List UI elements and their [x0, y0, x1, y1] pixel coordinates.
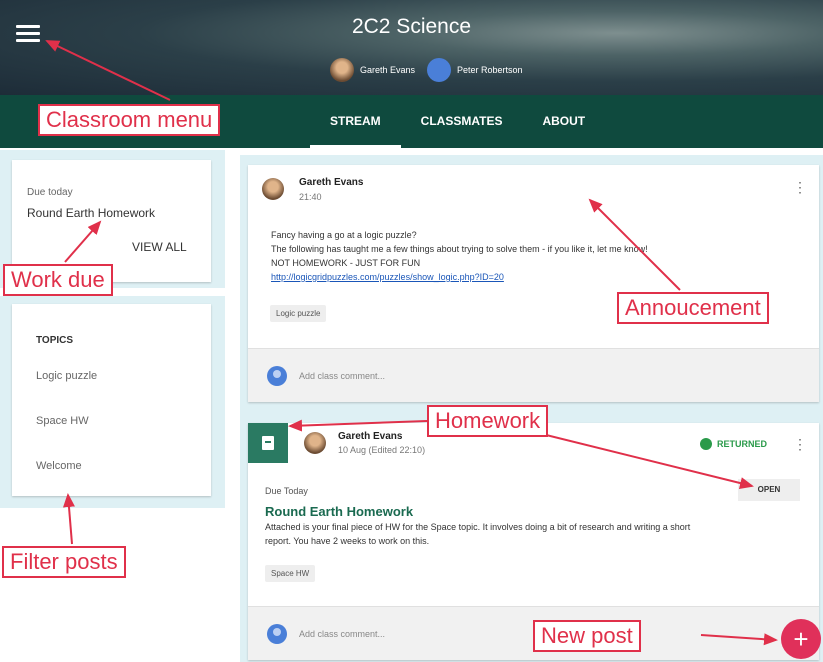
- topic-filter-logic-puzzle[interactable]: Logic puzzle: [36, 370, 97, 382]
- post-text-line: Fancy having a go at a logic puzzle?: [271, 230, 417, 240]
- status-badge: RETURNED: [700, 438, 767, 450]
- comment-input[interactable]: Add class comment...: [299, 371, 385, 381]
- more-options-icon[interactable]: ⋮: [793, 436, 807, 453]
- teacher-chip[interactable]: Peter Robertson: [427, 58, 523, 82]
- post-time: 21:40: [299, 192, 322, 202]
- tab-about[interactable]: ABOUT: [522, 95, 605, 148]
- new-post-button[interactable]: +: [781, 619, 821, 659]
- tab-bar: STREAM CLASSMATES ABOUT: [310, 95, 605, 148]
- post-author: Gareth Evans: [338, 431, 403, 442]
- announcement-post: Gareth Evans 21:40 ⋮ Fancy having a go a…: [248, 165, 819, 402]
- teacher-list: Gareth Evans Peter Robertson: [330, 58, 535, 82]
- post-time: 10 Aug (Edited 22:10): [338, 445, 426, 455]
- post-text-line: The following has taught me a few things…: [271, 244, 648, 254]
- teacher-name: Gareth Evans: [360, 65, 416, 75]
- view-all-link[interactable]: VIEW ALL: [132, 240, 187, 254]
- teacher-name: Peter Robertson: [457, 65, 523, 75]
- user-avatar: [267, 366, 287, 386]
- topic-filter-space-hw[interactable]: Space HW: [36, 415, 89, 427]
- status-text: RETURNED: [717, 439, 768, 449]
- due-today-label: Due Today: [265, 486, 308, 496]
- avatar: [330, 58, 354, 82]
- topics-heading: TOPICS: [36, 335, 74, 346]
- topics-panel: TOPICS Logic puzzle Space HW Welcome: [0, 296, 225, 508]
- classroom-stream-page: 2C2 Science Gareth Evans Peter Robertson…: [0, 0, 823, 662]
- topic-chip[interactable]: Space HW: [265, 565, 316, 582]
- callout-filter-posts: Filter posts: [2, 546, 126, 578]
- more-options-icon[interactable]: ⋮: [793, 179, 807, 196]
- homework-desc-line: report. You have 2 weeks to work on this…: [265, 536, 430, 546]
- topics-card: TOPICS Logic puzzle Space HW Welcome: [12, 304, 211, 496]
- teacher-chip[interactable]: Gareth Evans: [330, 58, 415, 82]
- check-icon: [700, 438, 712, 450]
- comment-bar[interactable]: Add class comment...: [248, 348, 819, 402]
- post-link-line: http://logicgridpuzzles.com/puzzles/show…: [271, 272, 504, 282]
- due-item-link[interactable]: Round Earth Homework: [27, 206, 155, 220]
- post-text-line: NOT HOMEWORK - JUST FOR FUN: [271, 258, 421, 268]
- user-avatar: [267, 624, 287, 644]
- homework-title[interactable]: Round Earth Homework: [265, 504, 413, 519]
- callout-homework: Homework: [427, 405, 549, 437]
- callout-classroom-menu: Classroom menu: [38, 104, 221, 136]
- puzzle-link[interactable]: http://logicgridpuzzles.com/puzzles/show…: [271, 272, 504, 282]
- homework-desc-line: Attached is your final piece of HW for t…: [265, 522, 691, 532]
- class-title: 2C2 Science: [351, 15, 472, 38]
- topic-filter-welcome[interactable]: Welcome: [36, 460, 82, 472]
- tab-stream[interactable]: STREAM: [310, 95, 401, 148]
- assignment-icon: [248, 423, 288, 463]
- post-author: Gareth Evans: [299, 177, 364, 188]
- topic-chip[interactable]: Logic puzzle: [270, 305, 327, 322]
- due-label: Due today: [27, 187, 73, 198]
- callout-new-post: New post: [533, 620, 641, 652]
- author-avatar: [304, 432, 326, 454]
- callout-work-due: Work due: [3, 264, 113, 296]
- avatar: [427, 58, 452, 82]
- open-button[interactable]: OPEN: [738, 479, 800, 501]
- author-avatar: [262, 178, 284, 200]
- tab-classmates[interactable]: CLASSMATES: [401, 95, 523, 148]
- callout-announcement: Annoucement: [617, 292, 769, 324]
- comment-input[interactable]: Add class comment...: [299, 629, 385, 639]
